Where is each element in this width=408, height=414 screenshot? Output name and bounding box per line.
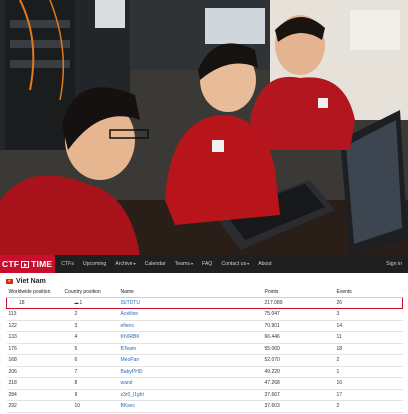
team-link[interactable]: z3r0_l1ght bbox=[118, 389, 263, 401]
trophy-icon: ▬ bbox=[74, 299, 79, 305]
cell-country-position: 9 bbox=[62, 389, 119, 401]
cell-events: 2 bbox=[334, 354, 403, 367]
logo-time-text: TIME bbox=[31, 259, 53, 269]
cell-country-position: 10 bbox=[62, 400, 119, 413]
country-heading: Viet Nam bbox=[0, 276, 408, 287]
team-link[interactable]: BKsec bbox=[118, 400, 263, 413]
header-name: Name bbox=[118, 287, 263, 298]
cell-events: 2 bbox=[334, 400, 403, 413]
team-link[interactable]: wand bbox=[118, 377, 263, 390]
country-name: Viet Nam bbox=[16, 278, 46, 285]
vietnam-flag-icon bbox=[6, 278, 13, 284]
nav-item-contact[interactable]: Contact us▾ bbox=[221, 261, 249, 267]
nav-item-archive[interactable]: Archive▾ bbox=[115, 261, 135, 267]
cell-country-position: 6 bbox=[62, 354, 119, 367]
cell-points: 37.667 bbox=[262, 389, 335, 401]
cell-worldwide-position: 292 bbox=[6, 400, 63, 413]
cell-points: 66.446 bbox=[262, 331, 335, 344]
team-link[interactable]: BabyPHD bbox=[118, 366, 263, 378]
header-events: Events bbox=[334, 287, 403, 298]
cell-country-position: 2 bbox=[62, 308, 119, 321]
nav-item-upcoming[interactable]: Upcoming bbox=[83, 261, 106, 267]
cell-events: 16 bbox=[334, 377, 403, 390]
cell-worldwide-position: 122 bbox=[6, 320, 63, 332]
cell-worldwide-position: 176 bbox=[6, 343, 63, 355]
table-row: 168 6 MeoPan 52.070 2 bbox=[6, 354, 403, 367]
cell-points: 49.220 bbox=[262, 366, 335, 378]
nav-item-teams[interactable]: Teams▾ bbox=[175, 261, 193, 267]
table-row: 292 10 BKsec 37.603 2 bbox=[6, 400, 403, 413]
table-row: 206 7 BabyPHD 49.220 1 bbox=[6, 366, 403, 378]
cell-points: 70.901 bbox=[262, 320, 335, 332]
nav-item-about[interactable]: About bbox=[258, 261, 272, 267]
team-link[interactable]: ISITDTU bbox=[118, 296, 263, 309]
cell-country-position: 4 bbox=[62, 331, 119, 344]
caret-down-icon: ▾ bbox=[247, 261, 250, 266]
table-row: 176 5 BTeam 55.060 18 bbox=[6, 343, 403, 355]
cell-worldwide-position: 168 bbox=[6, 354, 63, 367]
cell-country-position: ▬1 bbox=[62, 296, 119, 309]
nav-item-faq[interactable]: FAQ bbox=[202, 261, 212, 267]
team-link[interactable]: BTeam bbox=[118, 343, 263, 355]
table-row: 133 4 Kh0RBK 66.446 11 bbox=[6, 331, 403, 344]
table-row: 18 ▬1 ISITDTU 217.089 26 bbox=[6, 296, 403, 309]
nav-item-calendar[interactable]: Calendar bbox=[145, 261, 166, 267]
sign-in-link[interactable]: Sign in bbox=[386, 261, 402, 267]
cell-worldwide-position: 133 bbox=[6, 331, 63, 344]
nav-menu: CTFs Upcoming Archive▾ Calendar Teams▾ F… bbox=[61, 261, 281, 267]
cell-points: 55.060 bbox=[262, 343, 335, 355]
cell-country-position: 5 bbox=[62, 343, 119, 355]
cell-worldwide-position: 206 bbox=[6, 366, 63, 378]
ctftime-logo[interactable]: CTF TIME bbox=[0, 255, 56, 273]
cell-country-position: 3 bbox=[62, 320, 119, 332]
cell-events: 17 bbox=[334, 389, 403, 401]
top-navbar: CTF TIME CTFs Upcoming Archive▾ Calendar… bbox=[0, 255, 408, 273]
cell-worldwide-position: 218 bbox=[6, 377, 63, 390]
cell-points: 37.603 bbox=[262, 400, 335, 413]
cell-points: 75.047 bbox=[262, 308, 335, 321]
country-ranking: Viet Nam Worldwide position Country posi… bbox=[0, 273, 408, 414]
team-link[interactable]: MeoPan bbox=[118, 354, 263, 367]
cell-events: 3 bbox=[334, 308, 403, 321]
cell-events: 11 bbox=[334, 331, 403, 344]
team-link[interactable]: Kh0RBK bbox=[118, 331, 263, 344]
cell-events: 26 bbox=[334, 296, 403, 309]
nav-item-ctfs[interactable]: CTFs bbox=[61, 261, 74, 267]
cell-events: 1 bbox=[334, 366, 403, 378]
cell-points: 52.070 bbox=[262, 354, 335, 367]
caret-down-icon: ▾ bbox=[190, 261, 193, 266]
cell-points: 217.089 bbox=[262, 296, 335, 309]
header-points: Points bbox=[262, 287, 335, 298]
table-row: 122 3 efiens 70.901 14 bbox=[6, 320, 403, 332]
cell-country-position: 8 bbox=[62, 377, 119, 390]
cell-points: 47.268 bbox=[262, 377, 335, 390]
hero-photo bbox=[0, 0, 408, 255]
logo-ctf-text: CTF bbox=[2, 259, 20, 269]
cell-worldwide-position: 284 bbox=[6, 389, 63, 401]
header-worldwide-position: Worldwide position bbox=[6, 287, 63, 298]
table-row: 218 8 wand 47.268 16 bbox=[6, 377, 403, 390]
cell-events: 14 bbox=[334, 320, 403, 332]
flag-icon bbox=[21, 260, 30, 268]
team-link[interactable]: efiens bbox=[118, 320, 263, 332]
cell-worldwide-position: 113 bbox=[6, 308, 63, 321]
table-header-row: Worldwide position Country position Name… bbox=[6, 287, 403, 298]
table-row: 113 2 Aceltive 75.047 3 bbox=[6, 308, 403, 321]
cell-events: 18 bbox=[334, 343, 403, 355]
team-link[interactable]: Aceltive bbox=[118, 308, 263, 321]
header-country-position: Country position bbox=[62, 287, 119, 298]
ranking-table: Worldwide position Country position Name… bbox=[6, 287, 403, 413]
cell-country-position: 7 bbox=[62, 366, 119, 378]
caret-down-icon: ▾ bbox=[133, 261, 136, 266]
table-row: 284 9 z3r0_l1ght 37.667 17 bbox=[6, 389, 403, 401]
cell-worldwide-position: 18 bbox=[6, 296, 63, 309]
